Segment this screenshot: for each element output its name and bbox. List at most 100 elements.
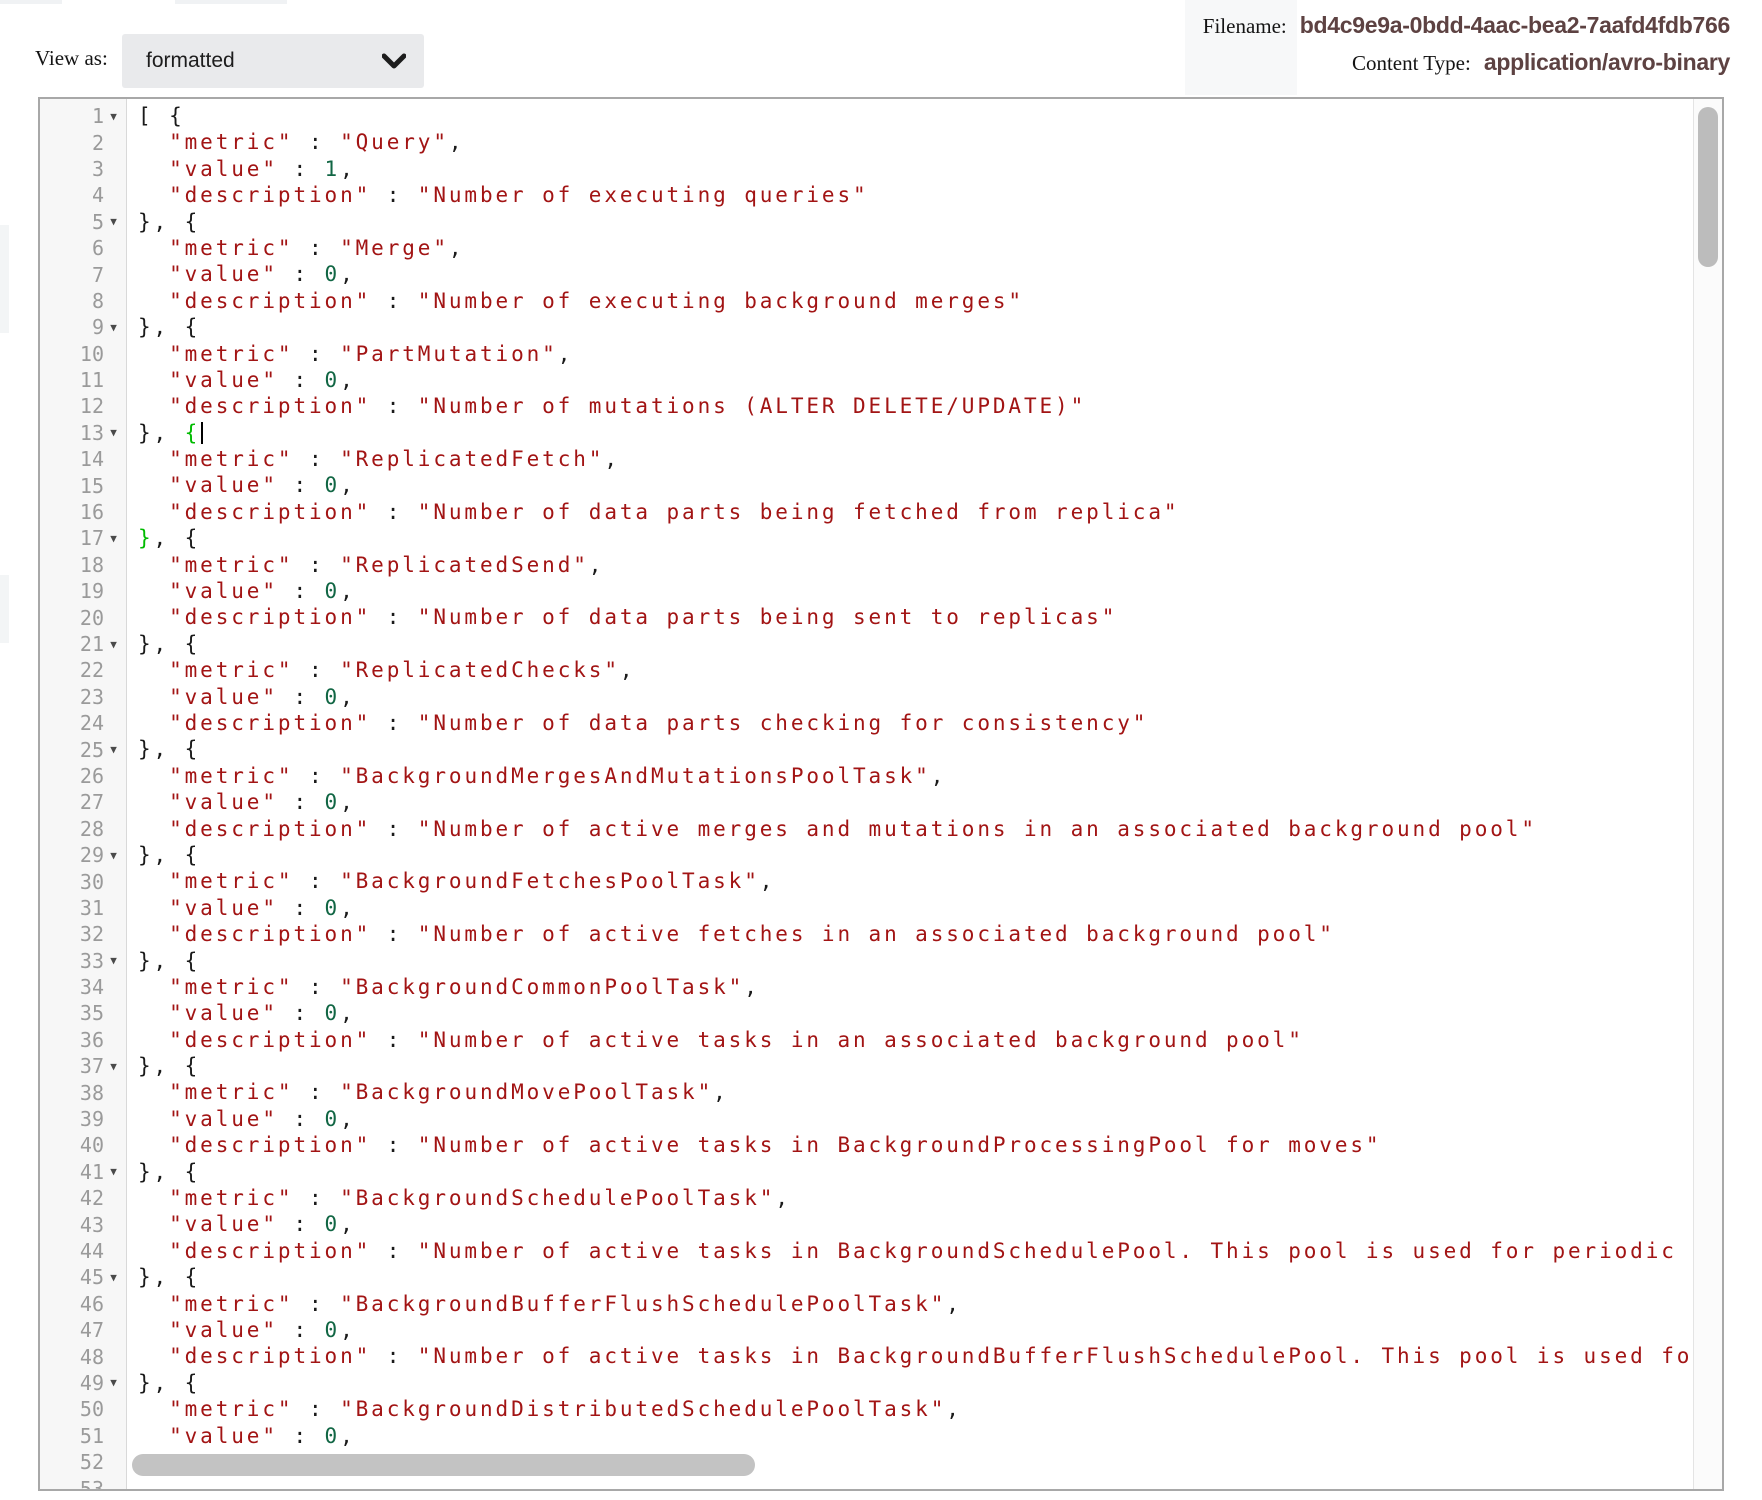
json-string: "description"	[169, 1133, 371, 1157]
code-line[interactable]: "metric" : "BackgroundDistributedSchedul…	[138, 1396, 1692, 1422]
code-line[interactable]: "metric" : "BackgroundBufferFlushSchedul…	[138, 1291, 1692, 1317]
code-line[interactable]: "value" : 0,	[138, 1423, 1692, 1449]
json-punctuation: , {	[154, 526, 201, 550]
code-line[interactable]: }, {	[138, 1159, 1692, 1185]
fold-arrow-icon[interactable]: ▼	[104, 954, 123, 967]
json-string: "BackgroundMovePoolTask"	[340, 1080, 713, 1104]
json-punctuation	[138, 473, 169, 497]
code-line[interactable]: "value" : 0,	[138, 472, 1692, 498]
line-number: 11	[80, 368, 104, 392]
code-line[interactable]: "value" : 0,	[138, 1106, 1692, 1132]
code-line[interactable]: "description" : "Number of active tasks …	[138, 1027, 1692, 1053]
background-fragment	[0, 225, 9, 333]
code-line[interactable]: "description" : "Number of active fetche…	[138, 921, 1692, 947]
code-area[interactable]: [ { "metric" : "Query", "value" : 1, "de…	[128, 99, 1692, 1489]
json-punctuation: ,	[589, 553, 605, 577]
code-line[interactable]: }, {	[138, 525, 1692, 551]
code-line[interactable]: "value" : 0,	[138, 684, 1692, 710]
code-line[interactable]: "metric" : "BackgroundMovePoolTask",	[138, 1079, 1692, 1105]
code-line[interactable]: "value" : 0,	[138, 789, 1692, 815]
code-line[interactable]: }, {	[138, 842, 1692, 868]
line-number: 49	[80, 1371, 104, 1395]
json-punctuation	[138, 130, 169, 154]
code-line[interactable]: "description" : "Number of active tasks …	[138, 1238, 1692, 1264]
vertical-scrollbar[interactable]	[1693, 99, 1722, 1489]
fold-arrow-icon[interactable]: ▼	[104, 849, 123, 862]
line-number: 2	[92, 131, 104, 155]
json-punctuation	[138, 368, 169, 392]
code-line[interactable]: }, {	[138, 948, 1692, 974]
json-string: "BackgroundSchedulePoolTask"	[340, 1186, 775, 1210]
code-line[interactable]: }, {	[138, 1053, 1692, 1079]
json-punctuation: :	[293, 236, 340, 260]
code-line[interactable]	[138, 1475, 1692, 1489]
json-string: "metric"	[169, 1397, 293, 1421]
fold-arrow-icon[interactable]: ▼	[104, 1165, 123, 1178]
code-line[interactable]: "metric" : "BackgroundCommonPoolTask",	[138, 974, 1692, 1000]
horizontal-scrollbar-thumb[interactable]	[132, 1454, 755, 1476]
fold-arrow-icon[interactable]: ▼	[104, 1376, 123, 1389]
code-line[interactable]: "metric" : "ReplicatedFetch",	[138, 446, 1692, 472]
fold-arrow-icon[interactable]: ▼	[104, 638, 123, 651]
gutter-line: 40	[40, 1132, 126, 1158]
vertical-scrollbar-thumb[interactable]	[1698, 107, 1718, 267]
code-line[interactable]: "metric" : "Merge",	[138, 235, 1692, 261]
code-line[interactable]: [ {	[138, 103, 1692, 129]
json-punctuation: ,	[340, 1107, 356, 1131]
json-punctuation: :	[293, 553, 340, 577]
view-as-select[interactable]: formatted	[122, 34, 424, 88]
code-line[interactable]: }, {	[138, 736, 1692, 762]
code-line[interactable]: "description" : "Number of active tasks …	[138, 1132, 1692, 1158]
json-punctuation	[138, 500, 169, 524]
fold-arrow-icon[interactable]: ▼	[104, 743, 123, 756]
code-line[interactable]: "value" : 0,	[138, 1000, 1692, 1026]
code-line[interactable]: "description" : "Number of data parts ch…	[138, 710, 1692, 736]
json-number: 0	[325, 896, 341, 920]
json-editor[interactable]: 1▼2345▼6789▼10111213▼14151617▼18192021▼2…	[38, 97, 1724, 1491]
code-line[interactable]: }, {	[138, 209, 1692, 235]
code-line[interactable]: "value" : 0,	[138, 1211, 1692, 1237]
line-number: 37	[80, 1054, 104, 1078]
horizontal-scrollbar[interactable]	[128, 1453, 1692, 1477]
code-line[interactable]: "metric" : "BackgroundFetchesPoolTask",	[138, 868, 1692, 894]
code-line[interactable]: }, {	[138, 1370, 1692, 1396]
fold-arrow-icon[interactable]: ▼	[104, 110, 123, 123]
json-punctuation	[138, 553, 169, 577]
fold-arrow-icon[interactable]: ▼	[104, 1060, 123, 1073]
code-line[interactable]: }, {	[138, 314, 1692, 340]
code-line[interactable]: "metric" : "Query",	[138, 129, 1692, 155]
fold-arrow-icon[interactable]: ▼	[104, 1271, 123, 1284]
code-line[interactable]: "metric" : "BackgroundSchedulePoolTask",	[138, 1185, 1692, 1211]
code-line[interactable]: }, {	[138, 1264, 1692, 1290]
code-line[interactable]: "metric" : "PartMutation",	[138, 341, 1692, 367]
code-line[interactable]: "description" : "Number of active merges…	[138, 816, 1692, 842]
json-punctuation: ,	[340, 1001, 356, 1025]
line-number: 24	[80, 711, 104, 735]
code-line[interactable]: "description" : "Number of data parts be…	[138, 604, 1692, 630]
code-line[interactable]: "value" : 0,	[138, 367, 1692, 393]
json-string: "metric"	[169, 975, 293, 999]
code-line[interactable]: "value" : 0,	[138, 578, 1692, 604]
code-line[interactable]: }, {	[138, 420, 1692, 446]
fold-arrow-icon[interactable]: ▼	[104, 426, 123, 439]
code-line[interactable]: "metric" : "ReplicatedChecks",	[138, 657, 1692, 683]
code-line[interactable]: "description" : "Number of active tasks …	[138, 1343, 1692, 1369]
fold-arrow-icon[interactable]: ▼	[104, 215, 123, 228]
fold-arrow-icon[interactable]: ▼	[104, 532, 123, 545]
code-line[interactable]: "description" : "Number of data parts be…	[138, 499, 1692, 525]
line-number: 52	[80, 1450, 104, 1474]
gutter-line: 18	[40, 552, 126, 578]
fold-arrow-icon[interactable]: ▼	[104, 321, 123, 334]
code-line[interactable]: "value" : 1,	[138, 156, 1692, 182]
code-line[interactable]: }, {	[138, 631, 1692, 657]
code-line[interactable]: "description" : "Number of mutations (AL…	[138, 393, 1692, 419]
code-line[interactable]: "metric" : "BackgroundMergesAndMutations…	[138, 763, 1692, 789]
code-line[interactable]: "value" : 0,	[138, 261, 1692, 287]
code-line[interactable]: "metric" : "ReplicatedSend",	[138, 552, 1692, 578]
code-line[interactable]: "description" : "Number of executing bac…	[138, 288, 1692, 314]
code-line[interactable]: "value" : 0,	[138, 895, 1692, 921]
code-line[interactable]: "value" : 0,	[138, 1317, 1692, 1343]
code-line[interactable]: "description" : "Number of executing que…	[138, 182, 1692, 208]
line-number: 30	[80, 870, 104, 894]
line-number: 28	[80, 817, 104, 841]
